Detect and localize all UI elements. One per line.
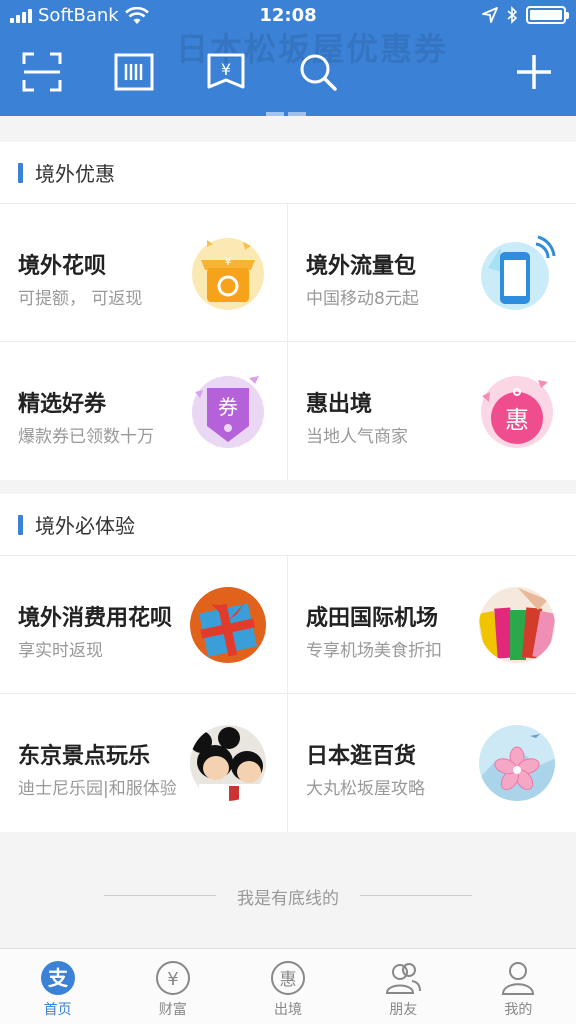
tab-label: 出境 — [274, 1002, 302, 1018]
card-selected-coupons[interactable]: 精选好券 爆款券已领数十万 券 — [0, 342, 288, 480]
travel-icon: 惠 — [271, 961, 305, 995]
phone-icon — [481, 235, 556, 310]
card-subtitle: 迪士尼乐园|和服体验 — [18, 779, 177, 799]
card-subtitle: 可提额， 可返现 — [18, 289, 143, 309]
section-accent-bar — [18, 514, 23, 535]
card-japan-department-stores[interactable]: 日本逛百货 大丸松坂屋攻略 — [288, 694, 576, 832]
section-header: 境外必体验 — [0, 494, 576, 556]
add-icon[interactable] — [514, 52, 554, 92]
card-title: 成田国际机场 — [306, 606, 439, 631]
card-title: 精选好券 — [18, 392, 107, 417]
coupon-icon[interactable]: ¥ — [206, 52, 246, 92]
bottom-tab-bar: 支 首页 ¥ 财富 惠 出境 朋友 我的 — [0, 948, 576, 1024]
svg-text:券: 券 — [218, 395, 238, 419]
gift-photo — [190, 587, 266, 663]
svg-text:惠: 惠 — [505, 406, 529, 434]
tab-travel[interactable]: 惠 出境 — [230, 949, 345, 1024]
card-subtitle: 大丸松坂屋攻略 — [306, 779, 425, 799]
card-title: 日本逛百货 — [306, 744, 417, 769]
tab-label: 财富 — [158, 1002, 187, 1018]
search-icon[interactable] — [298, 52, 338, 92]
card-narita-airport[interactable]: 成田国际机场 专享机场美食折扣 — [288, 556, 576, 694]
card-overseas-spend-huabei[interactable]: 境外消费用花呗 享实时返现 — [0, 556, 288, 694]
profile-icon — [502, 962, 535, 995]
card-title: 惠出境 — [306, 392, 373, 417]
card-subtitle: 享实时返现 — [18, 641, 103, 661]
card-subtitle: 当地人气商家 — [306, 427, 408, 447]
scan-icon[interactable] — [22, 52, 62, 92]
bluetooth-icon — [507, 6, 518, 24]
svg-text:¥: ¥ — [225, 255, 232, 268]
end-of-list-text: 我是有底线的 — [237, 889, 339, 909]
tab-label: 朋友 — [389, 1002, 418, 1018]
end-of-list-indicator: 我是有底线的 — [0, 884, 576, 909]
sakura-photo — [479, 725, 555, 801]
tab-mine[interactable]: 我的 — [461, 949, 576, 1024]
card-title: 东京景点玩乐 — [18, 744, 151, 769]
card-title: 境外消费用花呗 — [18, 606, 173, 631]
card-overseas-huabei[interactable]: 境外花呗 可提额， 可返现 ¥ — [0, 204, 288, 342]
svg-text:¥: ¥ — [221, 60, 231, 79]
section-overseas-deals: 境外优惠 境外花呗 可提额， 可返现 ¥ 境外流量包 中国移动8元起 精选好券 … — [0, 142, 576, 480]
friends-icon — [386, 963, 422, 994]
card-hui-chujing[interactable]: 惠出境 当地人气商家 惠 — [288, 342, 576, 480]
svg-text:¥: ¥ — [167, 969, 178, 990]
card-subtitle: 爆款券已领数十万 — [18, 427, 154, 447]
card-title: 境外流量包 — [306, 254, 417, 279]
svg-text:支: 支 — [48, 966, 69, 990]
card-title: 境外花呗 — [18, 254, 107, 279]
card-subtitle: 中国移动8元起 — [306, 289, 419, 309]
divider — [360, 895, 472, 896]
battery-icon — [526, 6, 569, 24]
tab-friends[interactable]: 朋友 — [346, 949, 461, 1024]
section-title: 境外必体验 — [35, 514, 135, 538]
page-indicator — [266, 112, 306, 116]
wealth-icon: ¥ — [155, 961, 190, 995]
coupon-tag-icon: 券 — [192, 376, 264, 448]
shopping-bags-photo — [479, 587, 555, 663]
section-header: 境外优惠 — [0, 142, 576, 204]
card-subtitle: 专享机场美食折扣 — [306, 641, 442, 661]
tab-wealth[interactable]: ¥ 财富 — [115, 949, 230, 1024]
alipay-home-icon: 支 — [40, 961, 75, 995]
status-right — [482, 6, 569, 24]
divider — [104, 895, 216, 896]
svg-text:惠: 惠 — [280, 970, 297, 990]
barcode-icon[interactable] — [114, 52, 154, 92]
card-data-package[interactable]: 境外流量包 中国移动8元起 — [288, 204, 576, 342]
mickey-photo — [190, 725, 266, 801]
hui-tag-icon: 惠 — [481, 376, 553, 448]
location-arrow-icon — [482, 7, 498, 23]
tab-label: 首页 — [43, 1002, 72, 1018]
card-tokyo-attractions[interactable]: 东京景点玩乐 迪士尼乐园|和服体验 — [0, 694, 288, 832]
tab-home[interactable]: 支 首页 — [0, 949, 115, 1024]
section-title: 境外优惠 — [35, 162, 115, 186]
tab-label: 我的 — [504, 1002, 533, 1018]
shop-icon: ¥ — [192, 238, 264, 310]
section-accent-bar — [18, 162, 23, 183]
top-header: SoftBank 12:08 日本松坂屋优惠券 ¥ — [0, 0, 576, 116]
section-must-experience: 境外必体验 境外消费用花呗 享实时返现 成田国际机场 专享机场美食折扣 东京景点… — [0, 494, 576, 832]
